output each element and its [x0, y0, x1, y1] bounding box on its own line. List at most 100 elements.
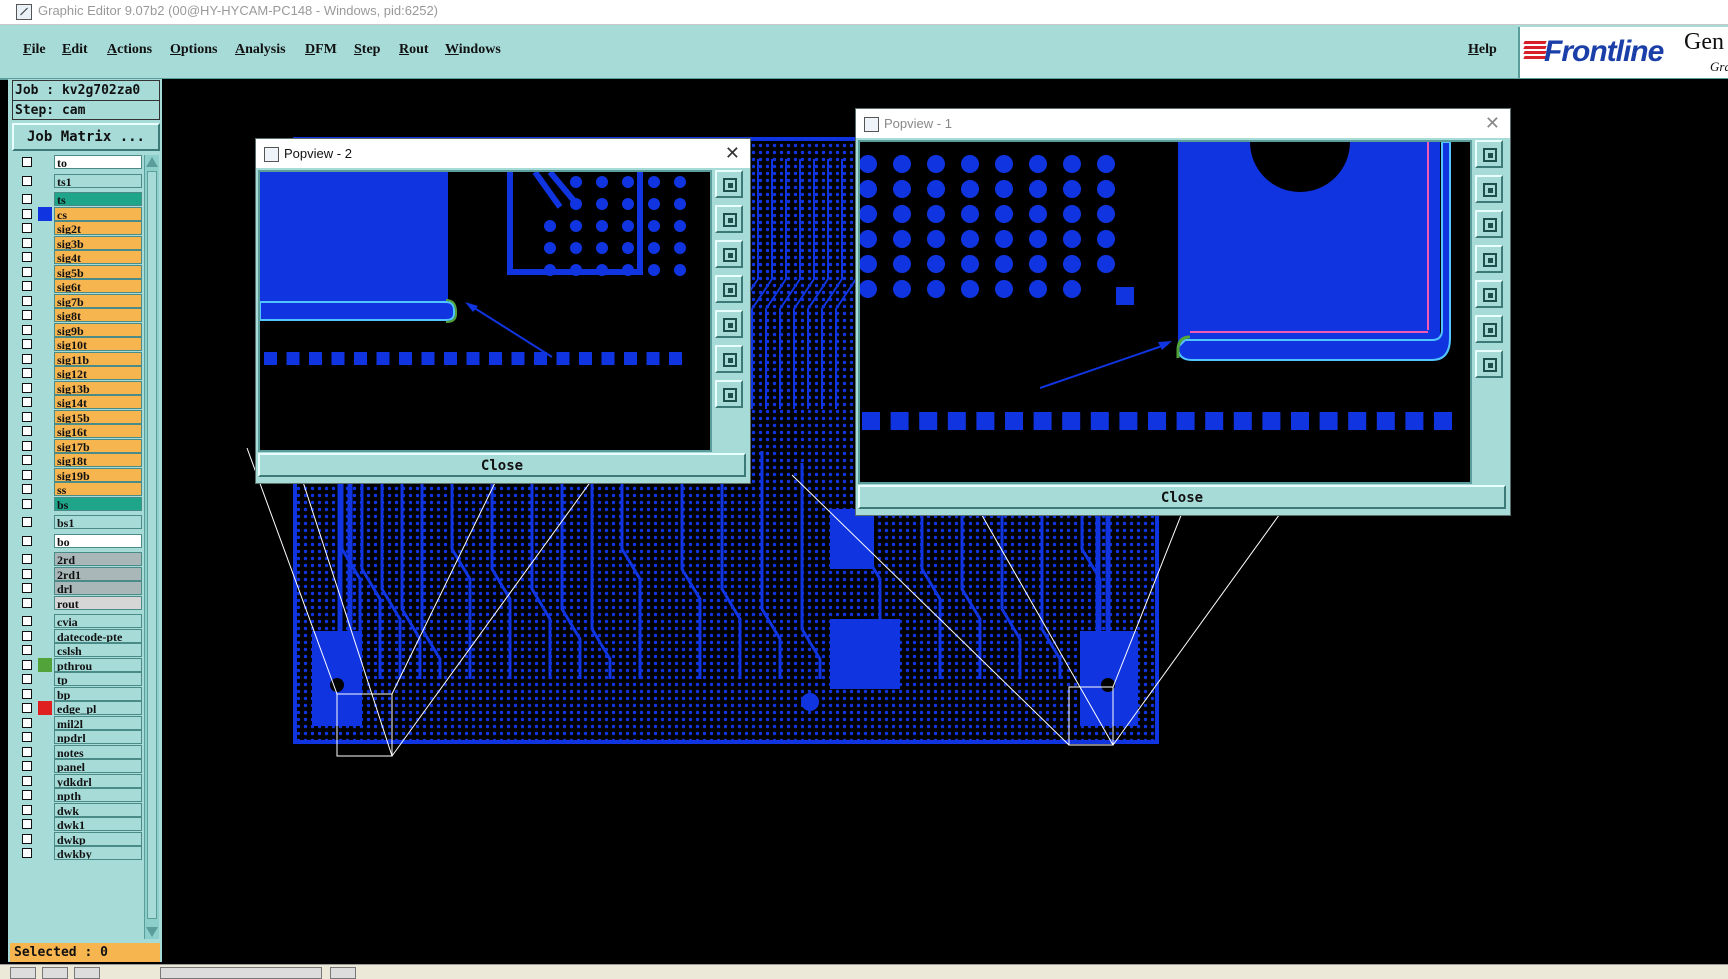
layer-color-swatch[interactable] [38, 515, 52, 529]
layer-color-swatch[interactable] [38, 817, 52, 831]
menu-help[interactable]: Help [1468, 42, 1497, 58]
layer-color-swatch[interactable] [38, 701, 52, 715]
layer-color-swatch[interactable] [38, 482, 52, 496]
layer-row-sig15b[interactable]: sig15b [12, 409, 142, 424]
layer-color-swatch[interactable] [38, 788, 52, 802]
layer-name[interactable]: sig9b [54, 322, 142, 337]
layer-color-swatch[interactable] [38, 774, 52, 788]
layer-color-swatch[interactable] [38, 643, 52, 657]
layer-row-sig14t[interactable]: sig14t [12, 395, 142, 409]
layer-name[interactable]: dwk [54, 802, 142, 817]
layer-row-ts[interactable]: ts [12, 192, 142, 206]
menu-step[interactable]: Step [354, 42, 380, 58]
layer-row-2rd[interactable]: 2rd [12, 552, 142, 566]
layer-row-tp[interactable]: tp [12, 672, 142, 686]
layer-checkbox[interactable] [22, 688, 32, 699]
layer-name[interactable]: dwk1 [54, 817, 142, 831]
layer-color-swatch[interactable] [38, 534, 52, 548]
layer-row-sig7b[interactable]: sig7b [12, 293, 142, 308]
layer-name[interactable]: npth [54, 788, 142, 802]
layer-checkbox[interactable] [22, 833, 32, 844]
layer-name[interactable]: ydkdrl [54, 773, 142, 788]
layer-color-swatch[interactable] [38, 236, 52, 250]
layer-name[interactable]: sig15b [54, 409, 142, 424]
layer-color-swatch[interactable] [38, 672, 52, 686]
layer-color-swatch[interactable] [38, 497, 52, 511]
zoom-out-tool-button[interactable] [1475, 350, 1503, 378]
layer-checkbox[interactable] [22, 597, 32, 608]
layer-row-sig18t[interactable]: sig18t [12, 453, 142, 467]
layer-row-ydkdrl[interactable]: ydkdrl [12, 773, 142, 788]
layer-color-swatch[interactable] [38, 552, 52, 566]
pan-left-tool-button[interactable] [1475, 245, 1503, 273]
layer-color-swatch[interactable] [38, 687, 52, 701]
layer-checkbox[interactable] [22, 616, 32, 626]
layer-name[interactable]: sig6t [54, 279, 142, 293]
scroll-thumb[interactable] [147, 171, 157, 919]
layer-name[interactable]: sig3b [54, 235, 142, 250]
layer-checkbox[interactable] [22, 175, 32, 186]
layer-color-swatch[interactable] [38, 759, 52, 773]
layer-color-swatch[interactable] [38, 424, 52, 438]
popview-2-titlebar[interactable]: Popview - 2 ✕ [256, 139, 750, 168]
layer-name[interactable]: bs1 [54, 515, 142, 529]
menu-file[interactable]: File [23, 42, 46, 58]
popview-2-viewport[interactable] [258, 170, 712, 452]
layer-checkbox[interactable] [22, 732, 32, 742]
layer-checkbox[interactable] [22, 630, 32, 641]
layer-color-swatch[interactable] [38, 614, 52, 628]
layer-name[interactable]: edge_pl [54, 701, 142, 715]
layer-checkbox[interactable] [22, 353, 32, 364]
layer-checkbox[interactable] [22, 535, 32, 546]
layer-name[interactable]: mil2l [54, 715, 142, 730]
layer-name[interactable]: sig12t [54, 366, 142, 380]
layer-color-swatch[interactable] [38, 352, 52, 366]
pan-up-tool-button[interactable] [715, 205, 743, 233]
menu-edit[interactable]: Edit [62, 42, 88, 58]
layer-checkbox[interactable] [22, 790, 32, 800]
layer-color-swatch[interactable] [38, 745, 52, 759]
layer-row-cvia[interactable]: cvia [12, 614, 142, 628]
pan-left-tool-button[interactable] [715, 275, 743, 303]
layer-color-swatch[interactable] [38, 294, 52, 308]
layer-row-sig4t[interactable]: sig4t [12, 250, 142, 264]
layer-checkbox[interactable] [22, 717, 32, 728]
layer-name[interactable]: sig8t [54, 308, 142, 322]
layer-row-sig17b[interactable]: sig17b [12, 438, 142, 453]
menu-options[interactable]: Options [170, 42, 217, 58]
layer-checkbox[interactable] [22, 746, 32, 757]
layer-color-swatch[interactable] [38, 366, 52, 380]
layer-name[interactable]: dwkp [54, 831, 142, 846]
layer-row-dwk1[interactable]: dwk1 [12, 817, 142, 831]
layer-color-swatch[interactable] [38, 206, 52, 221]
menu-rout[interactable]: Rout [399, 42, 429, 58]
layer-checkbox[interactable] [22, 223, 32, 233]
layer-color-swatch[interactable] [38, 657, 52, 672]
layer-checkbox[interactable] [22, 339, 32, 349]
layer-checkbox[interactable] [22, 310, 32, 320]
layer-row-rout[interactable]: rout [12, 595, 142, 610]
layer-row-sig13b[interactable]: sig13b [12, 380, 142, 395]
job-matrix-button[interactable]: Job Matrix ... [12, 123, 160, 151]
pan-right-tool-button[interactable] [715, 310, 743, 338]
layer-name[interactable]: sig5b [54, 264, 142, 279]
layer-checkbox[interactable] [22, 266, 32, 277]
layer-row-bp[interactable]: bp [12, 686, 142, 701]
popview-1-titlebar[interactable]: Popview - 1 ✕ [856, 109, 1510, 138]
layer-row-sig12t[interactable]: sig12t [12, 366, 142, 380]
layer-row-edge-pl[interactable]: edge_pl [12, 701, 142, 715]
layer-row-drl[interactable]: drl [12, 581, 142, 595]
layer-color-swatch[interactable] [38, 730, 52, 744]
layer-row-cslsh[interactable]: cslsh [12, 643, 142, 657]
layer-checkbox[interactable] [22, 252, 32, 262]
popview-2-close-button[interactable]: Close [258, 453, 746, 477]
layer-color-swatch[interactable] [38, 221, 52, 235]
layer-row-sig2t[interactable]: sig2t [12, 221, 142, 235]
status-button[interactable] [42, 967, 68, 979]
layer-name[interactable]: bp [54, 686, 142, 701]
layer-checkbox[interactable] [22, 583, 32, 593]
layer-color-swatch[interactable] [38, 832, 52, 846]
layer-checkbox[interactable] [22, 469, 32, 480]
menu-analysis[interactable]: Analysis [235, 42, 286, 58]
layer-row-dwkp[interactable]: dwkp [12, 831, 142, 846]
